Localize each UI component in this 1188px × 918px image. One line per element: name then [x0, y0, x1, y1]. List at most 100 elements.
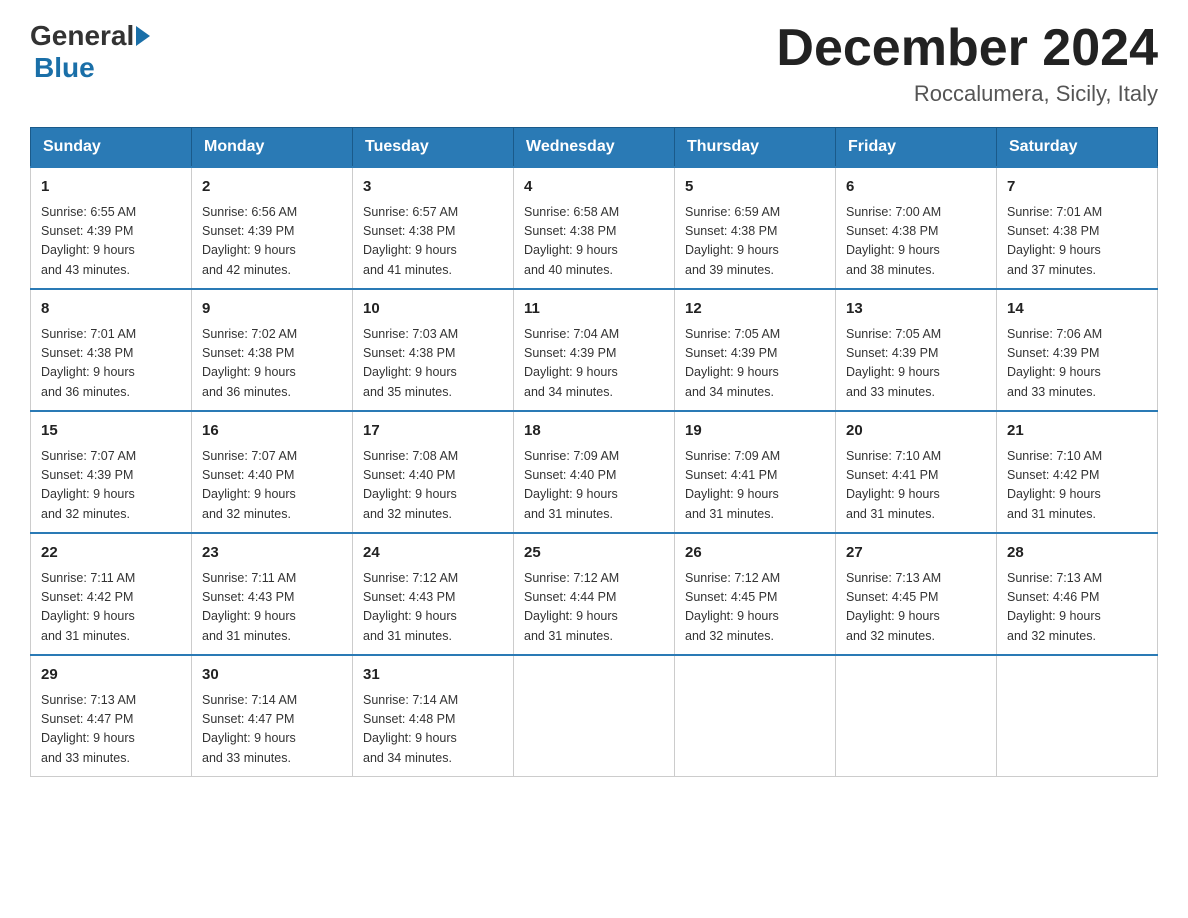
day-number: 18 — [524, 420, 664, 443]
day-info: Sunrise: 7:12 AMSunset: 4:45 PMDaylight:… — [685, 569, 825, 647]
calendar-week-row-3: 15 Sunrise: 7:07 AMSunset: 4:39 PMDayligh… — [31, 411, 1158, 533]
calendar-cell — [836, 655, 997, 777]
day-info: Sunrise: 7:02 AMSunset: 4:38 PMDaylight:… — [202, 325, 342, 403]
calendar-cell — [997, 655, 1158, 777]
day-number: 31 — [363, 664, 503, 687]
calendar-header-friday: Friday — [836, 128, 997, 168]
calendar-cell: 9 Sunrise: 7:02 AMSunset: 4:38 PMDaylight… — [192, 289, 353, 411]
calendar-header-tuesday: Tuesday — [353, 128, 514, 168]
calendar-cell — [675, 655, 836, 777]
day-number: 30 — [202, 664, 342, 687]
day-number: 8 — [41, 298, 181, 321]
calendar-cell: 2Sunrise: 6:56 AMSunset: 4:39 PMDaylight… — [192, 167, 353, 289]
day-info: Sunrise: 7:03 AMSunset: 4:38 PMDaylight:… — [363, 325, 503, 403]
day-info: Sunrise: 7:13 AMSunset: 4:45 PMDaylight:… — [846, 569, 986, 647]
day-info: Sunrise: 6:58 AMSunset: 4:38 PMDaylight:… — [524, 203, 664, 281]
day-number: 23 — [202, 542, 342, 565]
calendar-cell: 5Sunrise: 6:59 AMSunset: 4:38 PMDaylight… — [675, 167, 836, 289]
day-info: Sunrise: 7:12 AMSunset: 4:44 PMDaylight:… — [524, 569, 664, 647]
day-number: 6 — [846, 176, 986, 199]
day-number: 3 — [363, 176, 503, 199]
calendar-header-monday: Monday — [192, 128, 353, 168]
day-number: 10 — [363, 298, 503, 321]
day-number: 15 — [41, 420, 181, 443]
day-number: 27 — [846, 542, 986, 565]
logo-arrow-icon — [136, 26, 150, 46]
calendar-header-wednesday: Wednesday — [514, 128, 675, 168]
calendar-cell: 17 Sunrise: 7:08 AMSunset: 4:40 PMDayligh… — [353, 411, 514, 533]
calendar-header-row: SundayMondayTuesdayWednesdayThursdayFrid… — [31, 128, 1158, 168]
day-info: Sunrise: 7:08 AMSunset: 4:40 PMDaylight:… — [363, 447, 503, 525]
day-number: 20 — [846, 420, 986, 443]
calendar-cell: 19Sunrise: 7:09 AMSunset: 4:41 PMDayligh… — [675, 411, 836, 533]
calendar-week-row-5: 29Sunrise: 7:13 AMSunset: 4:47 PMDayligh… — [31, 655, 1158, 777]
calendar-cell: 30 Sunrise: 7:14 AMSunset: 4:47 PMDayligh… — [192, 655, 353, 777]
calendar-header-sunday: Sunday — [31, 128, 192, 168]
day-number: 17 — [363, 420, 503, 443]
day-info: Sunrise: 7:00 AMSunset: 4:38 PMDaylight:… — [846, 203, 986, 281]
day-info: Sunrise: 7:13 AMSunset: 4:47 PMDaylight:… — [41, 691, 181, 769]
calendar-cell: 18 Sunrise: 7:09 AMSunset: 4:40 PMDayligh… — [514, 411, 675, 533]
day-info: Sunrise: 7:09 AMSunset: 4:41 PMDaylight:… — [685, 447, 825, 525]
location-text: Roccalumera, Sicily, Italy — [776, 81, 1158, 107]
calendar-cell: 8Sunrise: 7:01 AMSunset: 4:38 PMDaylight… — [31, 289, 192, 411]
day-info: Sunrise: 7:10 AMSunset: 4:41 PMDaylight:… — [846, 447, 986, 525]
day-info: Sunrise: 7:04 AMSunset: 4:39 PMDaylight:… — [524, 325, 664, 403]
day-info: Sunrise: 7:14 AMSunset: 4:47 PMDaylight:… — [202, 691, 342, 769]
day-info: Sunrise: 7:11 AMSunset: 4:43 PMDaylight:… — [202, 569, 342, 647]
calendar-cell: 29Sunrise: 7:13 AMSunset: 4:47 PMDayligh… — [31, 655, 192, 777]
day-info: Sunrise: 7:07 AMSunset: 4:39 PMDaylight:… — [41, 447, 181, 525]
logo-general-text: General — [30, 20, 134, 52]
day-number: 26 — [685, 542, 825, 565]
day-info: Sunrise: 7:05 AMSunset: 4:39 PMDaylight:… — [846, 325, 986, 403]
day-info: Sunrise: 6:59 AMSunset: 4:38 PMDaylight:… — [685, 203, 825, 281]
calendar-header-thursday: Thursday — [675, 128, 836, 168]
day-info: Sunrise: 7:07 AMSunset: 4:40 PMDaylight:… — [202, 447, 342, 525]
calendar-header-saturday: Saturday — [997, 128, 1158, 168]
logo: General Blue — [30, 20, 152, 84]
day-number: 16 — [202, 420, 342, 443]
title-block: December 2024 Roccalumera, Sicily, Italy — [776, 20, 1158, 107]
day-number: 1 — [41, 176, 181, 199]
calendar-cell: 24Sunrise: 7:12 AMSunset: 4:43 PMDayligh… — [353, 533, 514, 655]
calendar-week-row-4: 22Sunrise: 7:11 AMSunset: 4:42 PMDayligh… — [31, 533, 1158, 655]
calendar-cell: 20 Sunrise: 7:10 AMSunset: 4:41 PMDayligh… — [836, 411, 997, 533]
day-number: 7 — [1007, 176, 1147, 199]
calendar-cell: 1 Sunrise: 6:55 AMSunset: 4:39 PMDaylight… — [31, 167, 192, 289]
day-info: Sunrise: 7:10 AMSunset: 4:42 PMDaylight:… — [1007, 447, 1147, 525]
day-number: 25 — [524, 542, 664, 565]
day-number: 21 — [1007, 420, 1147, 443]
calendar-cell: 13 Sunrise: 7:05 AMSunset: 4:39 PMDayligh… — [836, 289, 997, 411]
calendar-cell: 23 Sunrise: 7:11 AMSunset: 4:43 PMDayligh… — [192, 533, 353, 655]
day-number: 12 — [685, 298, 825, 321]
calendar-week-row-2: 8Sunrise: 7:01 AMSunset: 4:38 PMDaylight… — [31, 289, 1158, 411]
day-number: 22 — [41, 542, 181, 565]
calendar-cell: 22Sunrise: 7:11 AMSunset: 4:42 PMDayligh… — [31, 533, 192, 655]
day-number: 13 — [846, 298, 986, 321]
day-number: 14 — [1007, 298, 1147, 321]
calendar-cell: 4 Sunrise: 6:58 AMSunset: 4:38 PMDaylight… — [514, 167, 675, 289]
calendar-cell: 27 Sunrise: 7:13 AMSunset: 4:45 PMDayligh… — [836, 533, 997, 655]
day-info: Sunrise: 7:13 AMSunset: 4:46 PMDaylight:… — [1007, 569, 1147, 647]
day-info: Sunrise: 7:06 AMSunset: 4:39 PMDaylight:… — [1007, 325, 1147, 403]
page-header: General Blue December 2024 Roccalumera, … — [30, 20, 1158, 107]
day-info: Sunrise: 6:57 AMSunset: 4:38 PMDaylight:… — [363, 203, 503, 281]
calendar-cell: 28Sunrise: 7:13 AMSunset: 4:46 PMDayligh… — [997, 533, 1158, 655]
calendar-cell: 10 Sunrise: 7:03 AMSunset: 4:38 PMDayligh… — [353, 289, 514, 411]
calendar-cell: 25 Sunrise: 7:12 AMSunset: 4:44 PMDayligh… — [514, 533, 675, 655]
calendar-cell: 6 Sunrise: 7:00 AMSunset: 4:38 PMDaylight… — [836, 167, 997, 289]
calendar-cell: 26 Sunrise: 7:12 AMSunset: 4:45 PMDayligh… — [675, 533, 836, 655]
day-info: Sunrise: 7:12 AMSunset: 4:43 PMDaylight:… — [363, 569, 503, 647]
calendar-cell: 21 Sunrise: 7:10 AMSunset: 4:42 PMDayligh… — [997, 411, 1158, 533]
day-info: Sunrise: 7:09 AMSunset: 4:40 PMDaylight:… — [524, 447, 664, 525]
calendar-cell: 11Sunrise: 7:04 AMSunset: 4:39 PMDayligh… — [514, 289, 675, 411]
calendar-cell: 12 Sunrise: 7:05 AMSunset: 4:39 PMDayligh… — [675, 289, 836, 411]
day-info: Sunrise: 7:01 AMSunset: 4:38 PMDaylight:… — [1007, 203, 1147, 281]
day-info: Sunrise: 6:55 AMSunset: 4:39 PMDaylight:… — [41, 203, 181, 281]
day-number: 2 — [202, 176, 342, 199]
day-info: Sunrise: 7:05 AMSunset: 4:39 PMDaylight:… — [685, 325, 825, 403]
day-number: 9 — [202, 298, 342, 321]
calendar-cell: 16 Sunrise: 7:07 AMSunset: 4:40 PMDayligh… — [192, 411, 353, 533]
day-number: 4 — [524, 176, 664, 199]
calendar-cell: 15 Sunrise: 7:07 AMSunset: 4:39 PMDayligh… — [31, 411, 192, 533]
